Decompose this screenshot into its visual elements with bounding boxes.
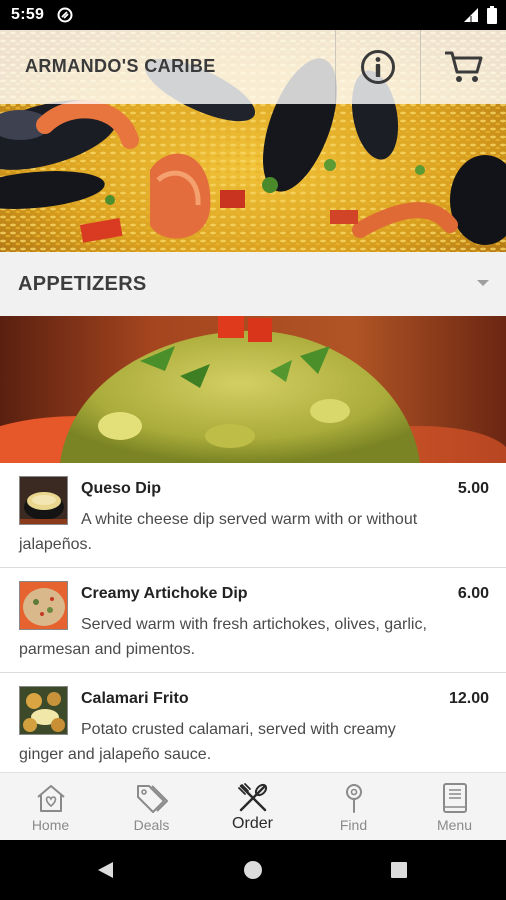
category-title: APPETIZERS bbox=[18, 273, 147, 295]
nav-label: Home bbox=[31, 817, 70, 833]
info-icon bbox=[361, 50, 395, 84]
book-icon bbox=[442, 783, 467, 813]
status-bar: 5:59 bbox=[0, 0, 506, 30]
home-heart-icon bbox=[36, 785, 65, 812]
system-navigation-bar bbox=[0, 840, 506, 900]
item-name: Creamy Artichoke Dip bbox=[81, 585, 248, 602]
menu-item[interactable]: Queso Dip 5.00 A white cheese dip served… bbox=[0, 463, 506, 568]
category-selector[interactable]: APPETIZERS bbox=[0, 252, 506, 316]
menu-item[interactable]: Calamari Frito 12.00 Potato crusted cala… bbox=[0, 673, 506, 772]
battery-icon bbox=[487, 6, 497, 24]
nav-find[interactable]: Find bbox=[303, 773, 404, 841]
recents-icon[interactable] bbox=[391, 862, 407, 878]
info-button[interactable] bbox=[336, 30, 420, 104]
back-icon[interactable] bbox=[96, 861, 114, 879]
menu-item[interactable]: Creamy Artichoke Dip 6.00 Served warm wi… bbox=[0, 568, 506, 673]
item-price: 12.00 bbox=[448, 690, 489, 707]
nav-home[interactable]: Home bbox=[0, 773, 101, 841]
notification-app-icon bbox=[57, 7, 73, 23]
home-button-icon[interactable] bbox=[244, 861, 262, 879]
item-description: Potato crusted calamari, served with cre… bbox=[19, 721, 396, 763]
restaurant-name: ARMANDO'S CARIBE bbox=[25, 56, 216, 76]
nav-menu[interactable]: Menu bbox=[404, 773, 505, 841]
tags-icon bbox=[136, 785, 168, 813]
category-image bbox=[0, 316, 506, 463]
item-description: Served warm with fresh artichokes, olive… bbox=[19, 616, 427, 658]
nav-label: Order bbox=[232, 815, 273, 832]
chevron-down-icon[interactable] bbox=[477, 280, 489, 286]
menu-item-list: Queso Dip 5.00 A white cheese dip served… bbox=[0, 463, 506, 772]
bottom-navigation: Home Deals Order Find Menu bbox=[0, 772, 506, 840]
cart-icon bbox=[444, 51, 482, 82]
nav-deals[interactable]: Deals bbox=[101, 773, 202, 841]
nav-label: Deals bbox=[133, 817, 170, 833]
signal-icon bbox=[464, 8, 478, 22]
nav-label: Menu bbox=[436, 817, 473, 833]
cart-button[interactable] bbox=[421, 30, 506, 104]
item-price: 5.00 bbox=[457, 480, 489, 497]
status-time: 5:59 bbox=[11, 6, 45, 23]
item-name: Calamari Frito bbox=[81, 690, 189, 707]
nav-label: Find bbox=[339, 817, 368, 833]
item-name: Queso Dip bbox=[81, 480, 162, 497]
utensils-cross-icon bbox=[237, 783, 267, 812]
item-price: 6.00 bbox=[457, 585, 489, 602]
map-pin-icon bbox=[345, 784, 362, 813]
item-description: A white cheese dip served warm with or w… bbox=[19, 511, 418, 553]
nav-order[interactable]: Order bbox=[202, 773, 303, 841]
